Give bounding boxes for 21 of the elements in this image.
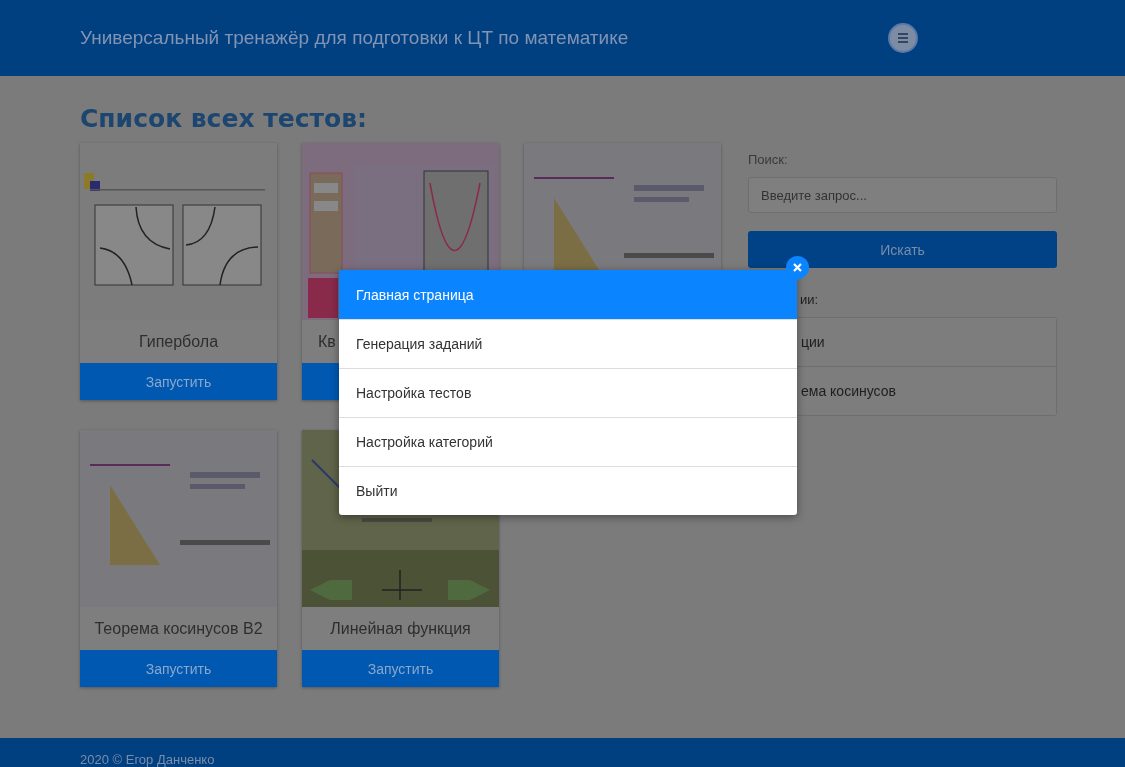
categories-label: ии: [800, 292, 820, 307]
menu-item[interactable]: Генерация заданий [339, 319, 797, 368]
menu-item[interactable]: Выйти [339, 466, 797, 515]
launch-button[interactable]: Запустить [80, 363, 277, 400]
menu-item[interactable]: Главная страница [339, 270, 797, 319]
page-heading: Список всех тестов: [80, 104, 368, 133]
site-title: Универсальный тренажёр для подготовки к ЦТ по математике [80, 27, 630, 49]
menu-item[interactable]: Настройка тестов [339, 368, 797, 417]
menu-icon [897, 33, 909, 43]
test-title: Гипербола [138, 332, 219, 351]
copyright-text: 2020 © Егор Данченко [80, 752, 215, 767]
search-field[interactable]: Введите запрос... [748, 177, 1057, 213]
test-title: Линейная функция [330, 619, 471, 638]
launch-button[interactable]: Запустить [302, 650, 499, 687]
search-button[interactable]: Искать [748, 231, 1057, 268]
menu-item[interactable]: Настройка категорий [339, 417, 797, 466]
test-title: Кв [318, 332, 336, 351]
menu-button[interactable] [888, 23, 918, 53]
test-title: Теорема косинусов B2 [94, 619, 263, 638]
search-label: Поиск: [748, 152, 789, 167]
launch-button[interactable]: Запустить [80, 650, 277, 687]
